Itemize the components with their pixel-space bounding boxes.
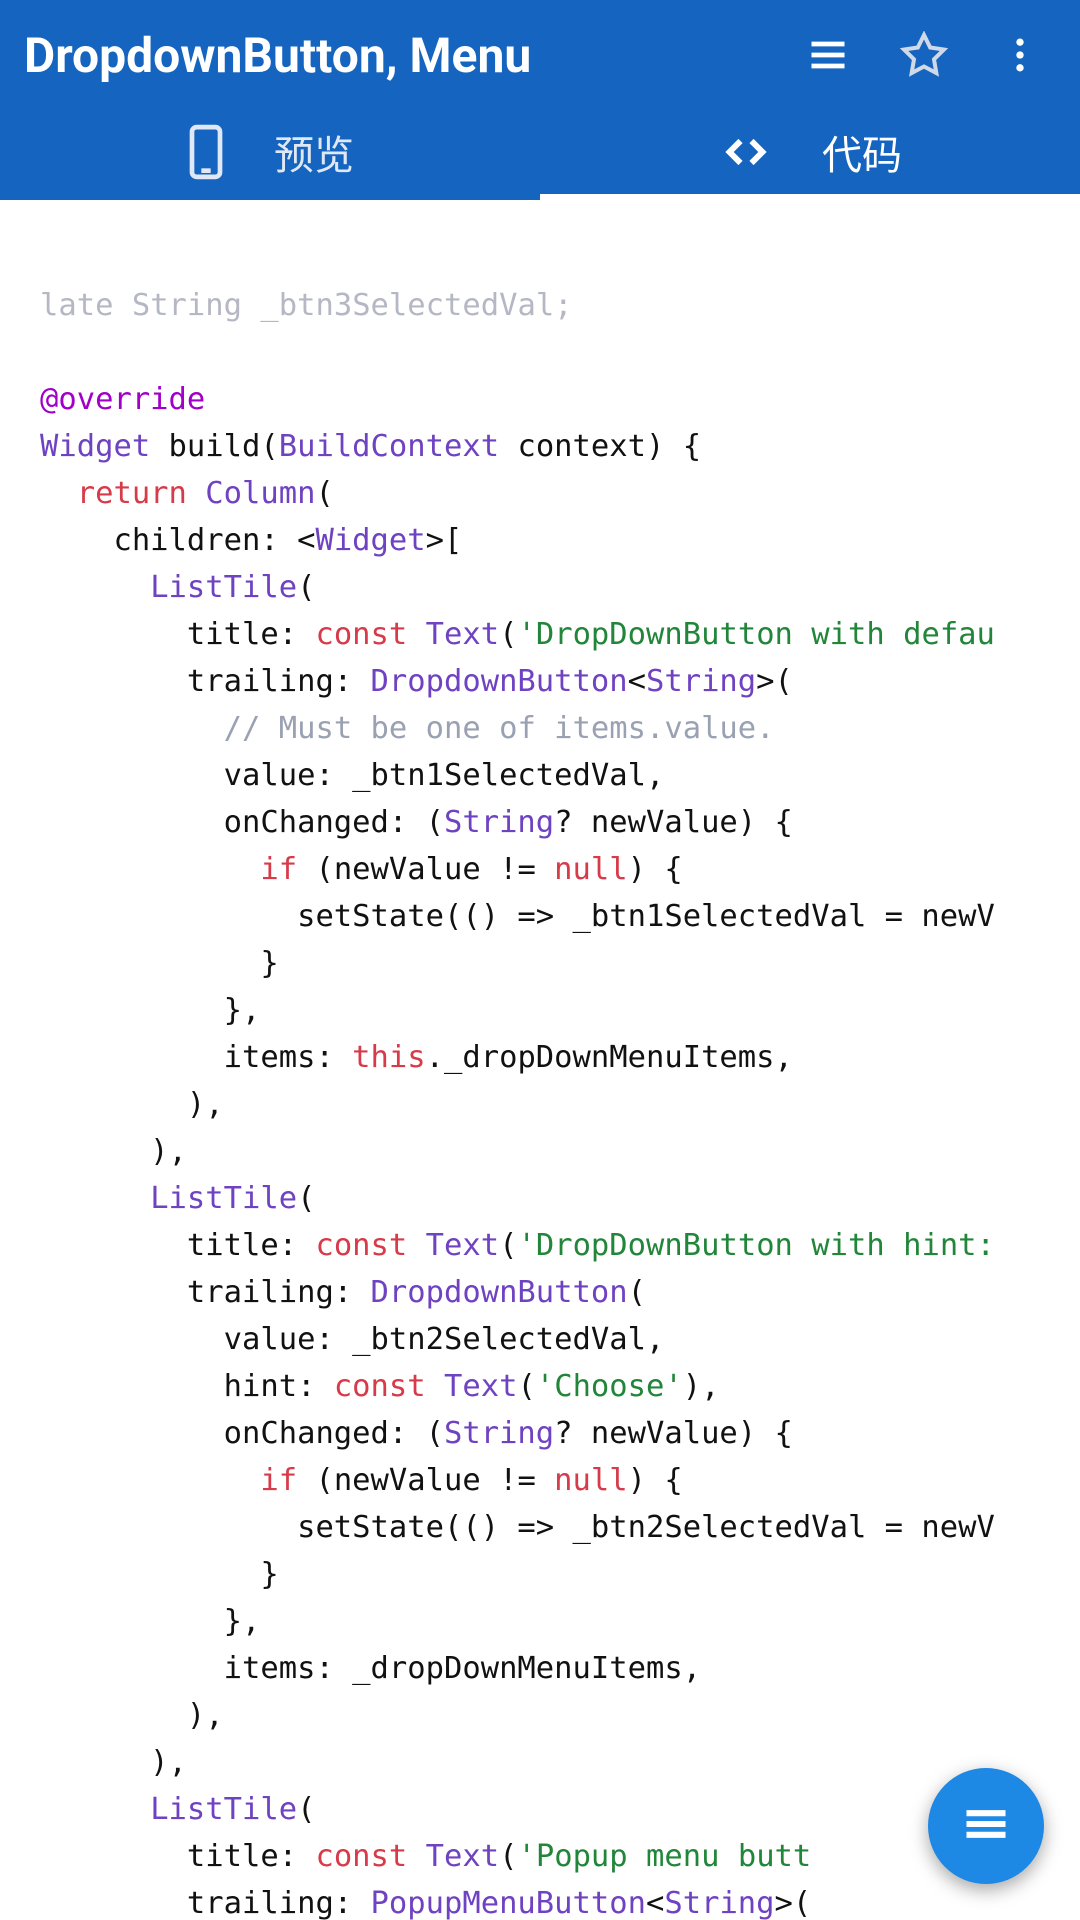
code-viewer[interactable]: late String _btn3SelectedVal; @override … xyxy=(0,200,1080,1920)
phone-icon xyxy=(186,124,226,180)
tab-code-label: 代码 xyxy=(822,123,902,181)
tab-code[interactable]: 代码 xyxy=(540,110,1080,200)
code-icon xyxy=(718,130,774,174)
more-vert-icon[interactable] xyxy=(984,19,1056,91)
star-outline-icon[interactable] xyxy=(888,19,960,91)
code-content: late String _btn3SelectedVal; @override … xyxy=(40,282,1060,1920)
fab-menu-button[interactable] xyxy=(928,1768,1044,1884)
tab-preview[interactable]: 预览 xyxy=(0,110,540,200)
page-title: DropdownButton, Menu xyxy=(24,27,768,84)
menu-icon xyxy=(960,1798,1012,1854)
tab-bar: 预览 代码 xyxy=(0,110,1080,200)
hamburger-icon[interactable] xyxy=(792,19,864,91)
app-bar-top: DropdownButton, Menu xyxy=(0,0,1080,110)
app-bar: DropdownButton, Menu 预览 代码 xyxy=(0,0,1080,200)
tab-preview-label: 预览 xyxy=(274,123,354,181)
